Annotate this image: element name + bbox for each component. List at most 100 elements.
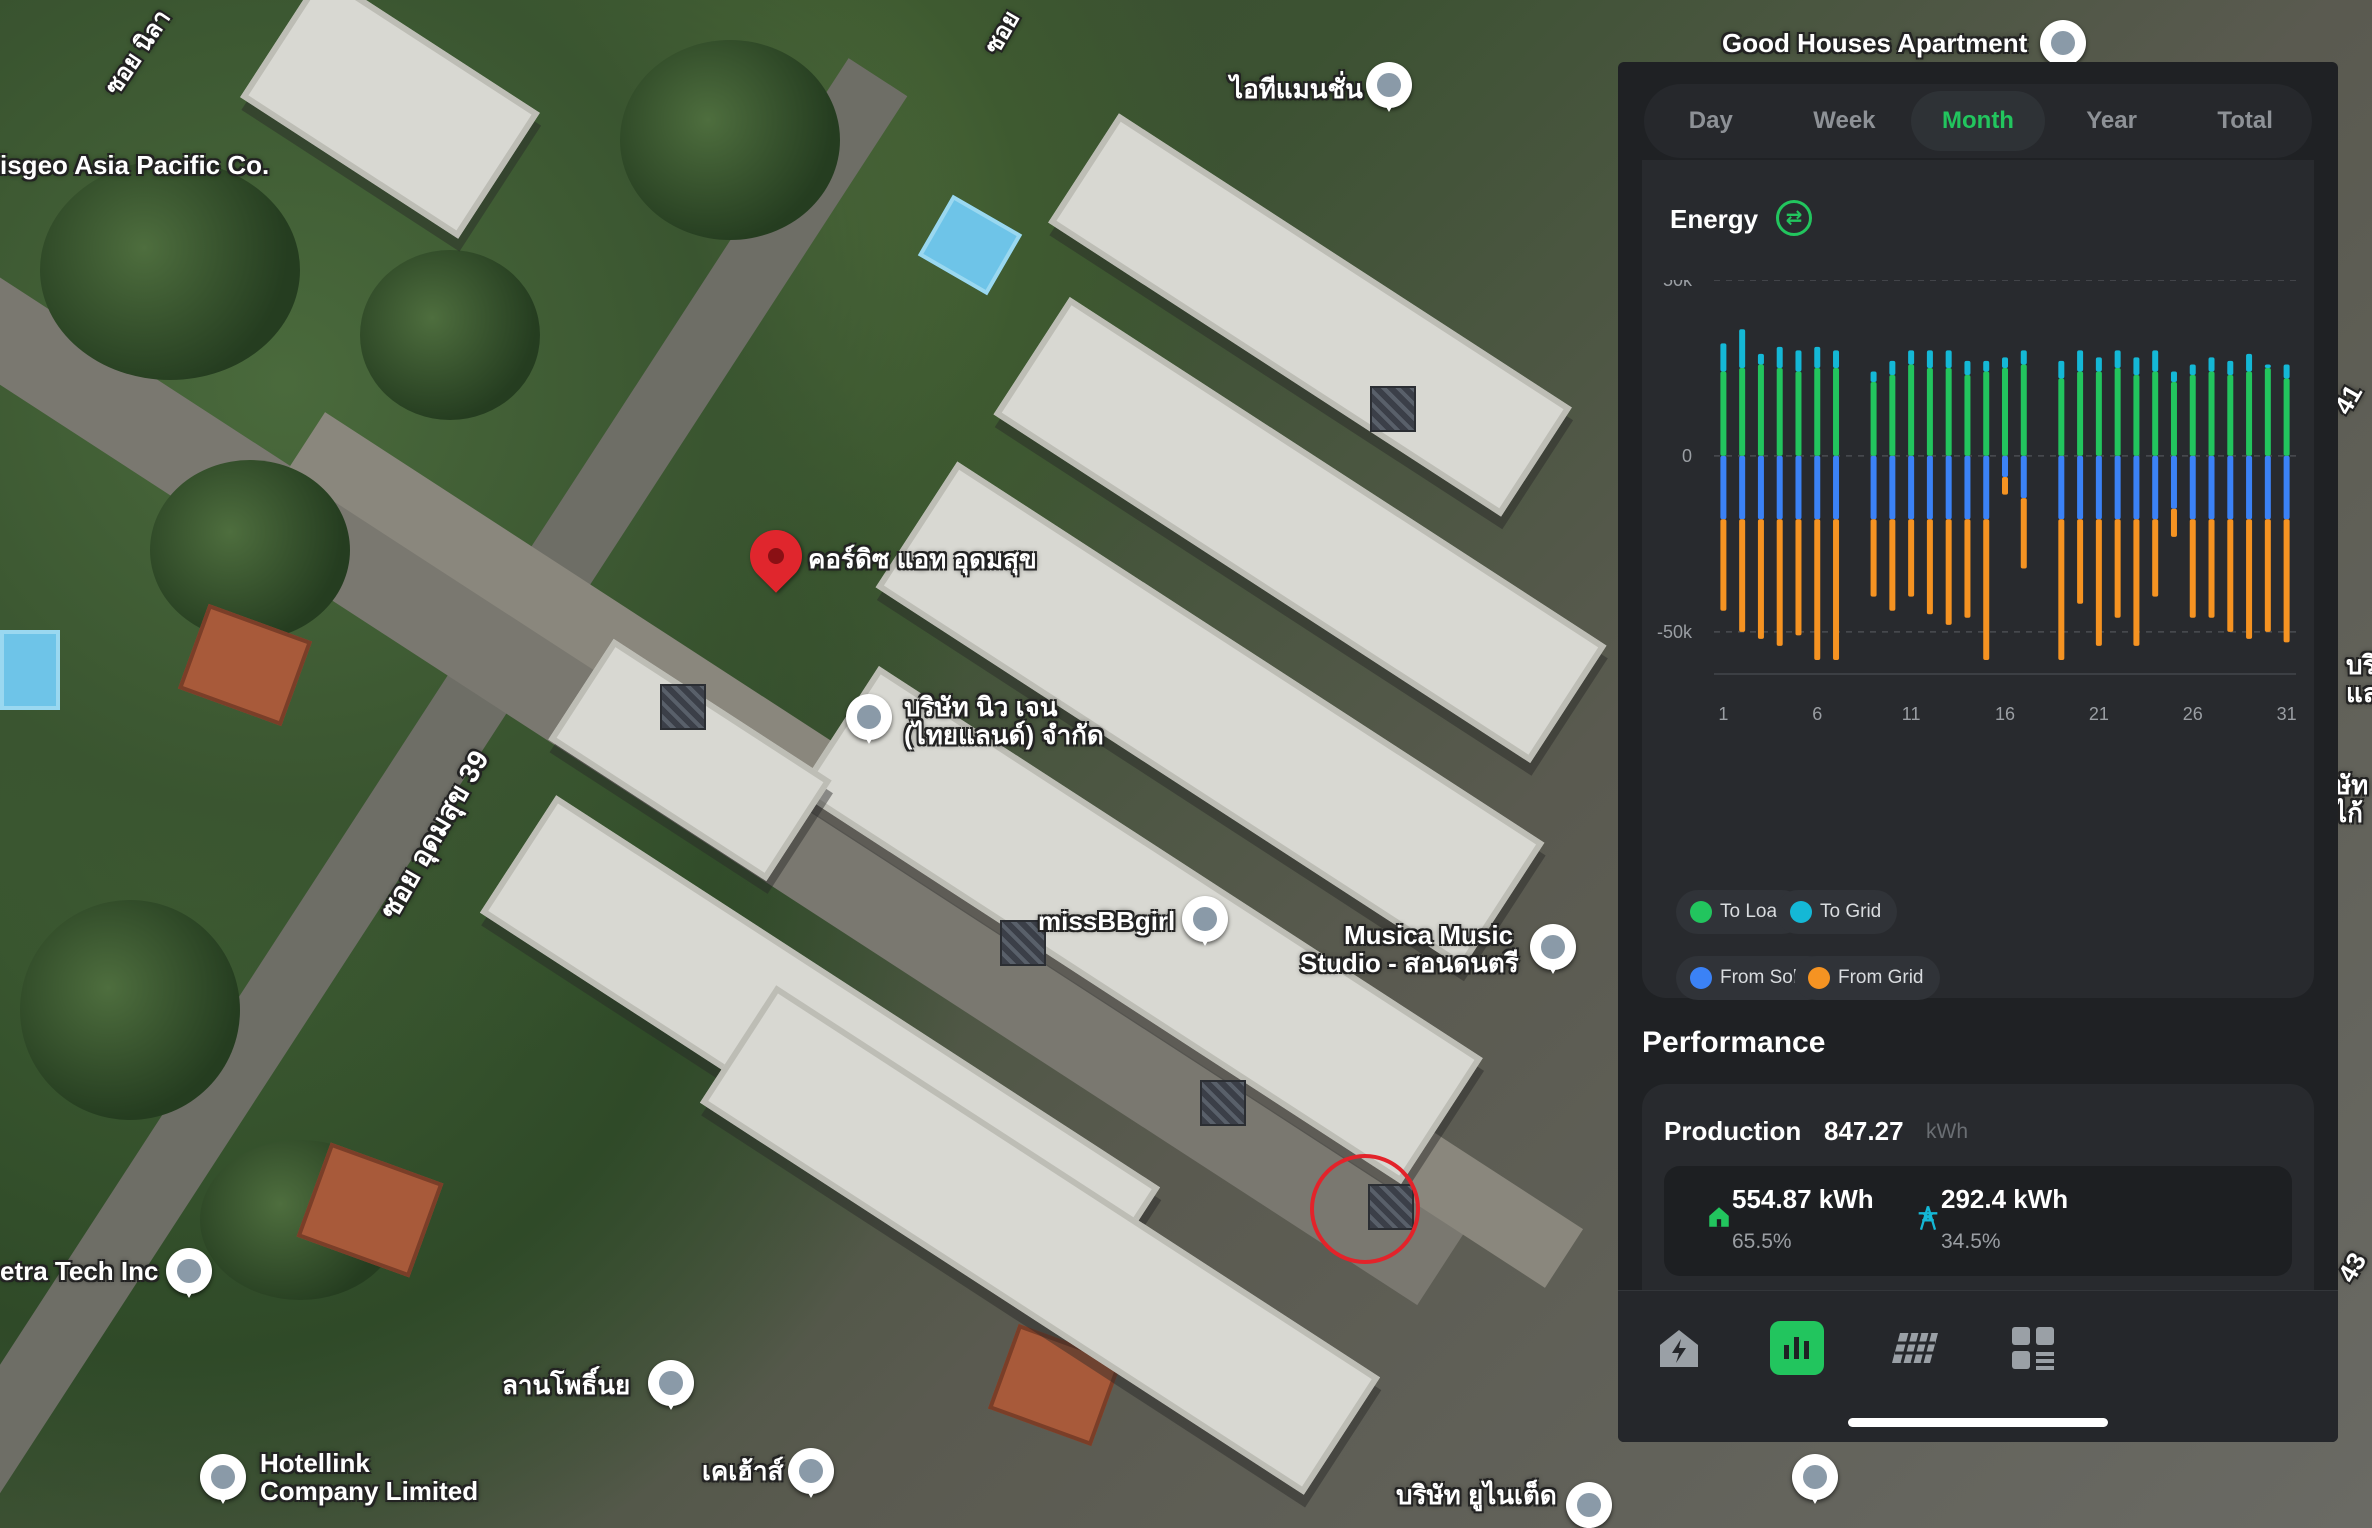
production-card[interactable]: Production 847.27 kWh 554.87 kWh 65.5% 2… [1642,1084,2314,1314]
energy-chart: 50k0-50k1 6 11 16 21 26 31 [1657,280,2297,724]
bar-segment [2095,455,2102,520]
bar-segment [2264,519,2271,632]
bar-segment [2002,357,2008,368]
bar-segment [1814,455,1821,520]
grid-tower-icon [1914,1204,1942,1239]
bar-segment [1945,350,1952,368]
map-label-hotellink-1[interactable]: Hotellink [260,1449,370,1477]
map-pin[interactable] [1182,896,1228,946]
energy-app-panel: Day Week Month Year Total Energy ⇄ 50k 0 -… [1618,62,2338,1442]
map-label-united[interactable]: บริษัท ยูไนเต็ด [1396,1481,1557,1509]
swap-arrows-icon[interactable]: ⇄ [1776,200,1812,236]
dashboard-grid-icon[interactable] [2006,1321,2060,1375]
x-tick-label: 6 [1812,704,1822,724]
map-pin-school[interactable] [1792,1454,1838,1504]
bar-segment [1720,343,1727,372]
home-percent: 65.5% [1732,1230,1792,1253]
bar-segment [1739,519,1746,632]
bar-segment [1720,371,1727,456]
map-label-new-gen-2[interactable]: (ไทยแลนด์) จำกัด [904,721,1104,749]
bar-segment [2246,353,2253,372]
bar-segment [1795,455,1802,520]
bar-segment [1926,455,1933,520]
bar-segment [2227,360,2234,375]
bar-segment [2283,455,2290,520]
bar-segment [2189,375,2196,456]
map-pin[interactable] [200,1454,246,1504]
map-label-right-ut: บริ [2346,650,2372,680]
map-label-hotellink-2[interactable]: Company Limited [260,1477,478,1505]
bar-segment [2170,371,2177,383]
map-tree [20,900,240,1120]
map-pin[interactable] [788,1448,834,1498]
bar-segment [1964,375,1971,456]
bar-segment [2133,455,2140,520]
bar-segment [2246,455,2253,520]
bar-segment [1757,455,1764,520]
bar-segment [2077,350,2084,372]
map-pin[interactable] [1566,1482,1612,1528]
bar-segment [1983,371,1990,456]
bar-segment [1983,519,1990,660]
tab-day[interactable]: Day [1644,91,1778,151]
map-label-tetra[interactable]: etra Tech Inc [0,1257,158,1285]
map-building [240,0,540,239]
bar-segment [1926,519,1933,615]
tab-month[interactable]: Month [1911,91,2045,151]
bar-segment [2170,508,2177,537]
map-label-good-houses[interactable]: Good Houses Apartment [1722,29,2027,57]
bar-segment [2133,519,2140,646]
map-pin[interactable] [1530,924,1576,974]
bar-segment [1757,519,1764,639]
map-label-missbbgirl[interactable]: missBBgirl [1038,907,1175,935]
bar-segment [1776,346,1783,368]
map-pin[interactable] [648,1360,694,1410]
bar-segment [2283,364,2290,379]
map-tree [150,460,350,640]
chart-bars-icon[interactable] [1770,1321,1824,1375]
bar-segment [2227,519,2234,632]
map-label-right-ut2: แล [2346,678,2372,708]
x-tick-label: 26 [2183,704,2203,724]
tab-year[interactable]: Year [2045,91,2179,151]
bar-segment [1945,367,1952,456]
bar-segment [1889,375,1896,456]
map-label-isgeo[interactable]: isgeo Asia Pacific Co. [0,151,269,179]
tab-week[interactable]: Week [1778,91,1912,151]
map-label-kehaus[interactable]: เคเฮ้าส์ [702,1457,784,1485]
map-label-musica-2[interactable]: Studio - สอนดนตรี [1300,949,1519,977]
map-pin[interactable] [846,694,892,744]
map-pin[interactable] [166,1248,212,1298]
bar-segment [2077,455,2084,520]
map-tree [40,160,300,380]
production-unit: kWh [1926,1120,1968,1143]
legend-from-grid[interactable]: From Grid [1794,956,1940,1000]
map-label-cordis[interactable]: คอร์ดิซ แอท อุดมสุข [808,545,1037,573]
solar-panel-icon[interactable] [1888,1321,1942,1375]
map-pin[interactable] [1366,62,1412,112]
legend-to-grid[interactable]: To Grid [1776,890,1898,934]
y-tick-label: 0 [1682,446,1692,466]
bar-segment [2002,367,2008,456]
location-red-pin[interactable] [739,519,813,593]
bar-segment [2114,367,2121,456]
bar-segment [1926,350,1933,368]
highlight-circle [1310,1154,1420,1264]
bar-segment [2077,371,2084,456]
bar-segment [1795,519,1802,636]
tab-total[interactable]: Total [2178,91,2312,151]
map-label-lanpho[interactable]: ลานโพธิ์นย [502,1371,630,1399]
bar-segment [2264,364,2271,368]
legend-dot-icon [1690,967,1712,989]
map-pin[interactable] [2040,20,2086,70]
bar-segment [2020,350,2027,365]
bar-segment [1945,455,1952,520]
home-bolt-icon[interactable] [1652,1321,1706,1375]
bar-segment [2152,350,2159,372]
bar-segment [1757,364,1764,456]
legend-dot-icon [1808,967,1830,989]
map-label-musica-1[interactable]: Musica Music [1344,921,1513,949]
bar-segment [2058,360,2065,379]
map-label-itimansion[interactable]: ไอทีแมนชั่น [1230,75,1363,103]
map-label-new-gen-1[interactable]: บริษัท นิว เจน [904,693,1057,721]
